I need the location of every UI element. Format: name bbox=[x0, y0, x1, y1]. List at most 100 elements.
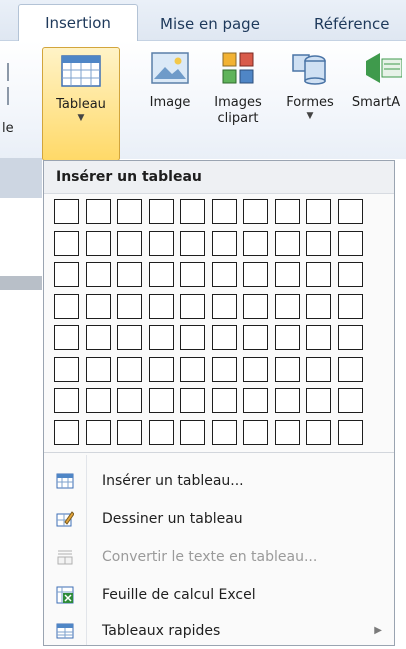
grid-cell[interactable] bbox=[148, 293, 174, 319]
grid-cell[interactable] bbox=[54, 419, 79, 445]
grid-cell[interactable] bbox=[243, 230, 268, 256]
grid-cell[interactable] bbox=[85, 419, 111, 445]
grid-cell[interactable] bbox=[85, 230, 111, 256]
grid-cell[interactable] bbox=[243, 419, 268, 445]
grid-cell[interactable] bbox=[243, 199, 268, 224]
insert-table-icon bbox=[56, 473, 74, 489]
grid-cell[interactable] bbox=[211, 325, 237, 350]
grid-cell[interactable] bbox=[337, 262, 363, 287]
grid-cell[interactable] bbox=[117, 262, 142, 287]
grid-cell[interactable] bbox=[180, 199, 205, 224]
shapes-icon bbox=[292, 54, 326, 85]
grid-cell[interactable] bbox=[211, 419, 237, 445]
grid-cell[interactable] bbox=[274, 388, 300, 413]
grid-cell[interactable] bbox=[117, 230, 142, 256]
grid-cell[interactable] bbox=[54, 262, 79, 287]
grid-cell[interactable] bbox=[243, 262, 268, 287]
grid-cell[interactable] bbox=[243, 356, 268, 382]
grid-cell[interactable] bbox=[85, 293, 111, 319]
grid-cell[interactable] bbox=[274, 199, 300, 224]
grid-cell[interactable] bbox=[274, 419, 300, 445]
grid-cell[interactable] bbox=[274, 262, 300, 287]
grid-cell[interactable] bbox=[337, 199, 363, 224]
tableau-button[interactable]: Tableau ▼ bbox=[42, 47, 120, 161]
grid-cell[interactable] bbox=[117, 293, 142, 319]
grid-cell[interactable] bbox=[306, 388, 331, 413]
grid-cell[interactable] bbox=[85, 325, 111, 350]
divider bbox=[7, 87, 9, 105]
grid-cell[interactable] bbox=[117, 325, 142, 350]
grid-cell[interactable] bbox=[243, 388, 268, 413]
grid-cell[interactable] bbox=[117, 388, 142, 413]
grid-cell[interactable] bbox=[117, 419, 142, 445]
grid-cell[interactable] bbox=[243, 325, 268, 350]
grid-cell[interactable] bbox=[211, 262, 237, 287]
grid-cell[interactable] bbox=[337, 419, 363, 445]
grid-cell[interactable] bbox=[337, 230, 363, 256]
formes-button[interactable]: Formes ▼ bbox=[280, 51, 340, 121]
grid-cell[interactable] bbox=[306, 199, 331, 224]
grid-cell[interactable] bbox=[85, 262, 111, 287]
images-clipart-button[interactable]: Images clipart bbox=[206, 51, 270, 127]
grid-cell[interactable] bbox=[54, 230, 79, 256]
grid-cell[interactable] bbox=[306, 356, 331, 382]
grid-cell[interactable] bbox=[274, 230, 300, 256]
grid-cell[interactable] bbox=[306, 230, 331, 256]
grid-cell[interactable] bbox=[306, 419, 331, 445]
grid-cell[interactable] bbox=[148, 325, 174, 350]
grid-cell[interactable] bbox=[274, 293, 300, 319]
image-button[interactable]: Image bbox=[140, 51, 200, 111]
grid-cell[interactable] bbox=[337, 325, 363, 350]
grid-cell[interactable] bbox=[306, 262, 331, 287]
tab-references[interactable]: Référence bbox=[314, 8, 406, 40]
menu-separator bbox=[44, 452, 394, 453]
grid-cell[interactable] bbox=[274, 356, 300, 382]
grid-cell[interactable] bbox=[117, 356, 142, 382]
grid-cell[interactable] bbox=[211, 356, 237, 382]
grid-cell[interactable] bbox=[148, 388, 174, 413]
grid-cell[interactable] bbox=[306, 293, 331, 319]
grid-cell[interactable] bbox=[54, 199, 79, 224]
grid-cell[interactable] bbox=[54, 325, 79, 350]
grid-cell[interactable] bbox=[85, 388, 111, 413]
grid-cell[interactable] bbox=[148, 230, 174, 256]
grid-cell[interactable] bbox=[85, 356, 111, 382]
ribbon-tab-bar: Insertion Mise en page Référence bbox=[0, 0, 406, 42]
grid-cell[interactable] bbox=[274, 325, 300, 350]
grid-cell[interactable] bbox=[148, 419, 174, 445]
grid-cell[interactable] bbox=[54, 293, 79, 319]
grid-cell[interactable] bbox=[85, 199, 111, 224]
grid-cell[interactable] bbox=[117, 199, 142, 224]
grid-cell[interactable] bbox=[211, 293, 237, 319]
tab-mise-en-page[interactable]: Mise en page bbox=[150, 8, 270, 40]
grid-cell[interactable] bbox=[243, 293, 268, 319]
grid-cell[interactable] bbox=[54, 388, 79, 413]
grid-cell[interactable] bbox=[337, 293, 363, 319]
grid-cell[interactable] bbox=[337, 388, 363, 413]
grid-cell[interactable] bbox=[337, 356, 363, 382]
grid-cell[interactable] bbox=[180, 356, 205, 382]
grid-cell[interactable] bbox=[180, 388, 205, 413]
grid-cell[interactable] bbox=[211, 199, 237, 224]
menu-item-dessiner-tableau[interactable]: Dessiner un tableau bbox=[44, 501, 394, 537]
grid-cell[interactable] bbox=[180, 262, 205, 287]
menu-item-label: Feuille de calcul Excel bbox=[102, 587, 256, 603]
grid-cell[interactable] bbox=[180, 293, 205, 319]
tab-insertion[interactable]: Insertion bbox=[18, 4, 138, 42]
grid-cell[interactable] bbox=[148, 356, 174, 382]
menu-item-tableaux-rapides[interactable]: Tableaux rapides ▶ bbox=[44, 613, 394, 649]
grid-cell[interactable] bbox=[211, 230, 237, 256]
grid-cell[interactable] bbox=[211, 388, 237, 413]
menu-item-feuille-excel[interactable]: Feuille de calcul Excel bbox=[44, 577, 394, 613]
grid-cell[interactable] bbox=[180, 230, 205, 256]
grid-cell[interactable] bbox=[148, 199, 174, 224]
smartart-button[interactable]: SmartA bbox=[346, 51, 406, 111]
grid-cell[interactable] bbox=[180, 325, 205, 350]
grid-cell[interactable] bbox=[306, 325, 331, 350]
menu-item-inserer-tableau[interactable]: Insérer un tableau... bbox=[44, 463, 394, 499]
grid-cell[interactable] bbox=[180, 419, 205, 445]
tableau-label: Tableau bbox=[56, 97, 106, 112]
grid-cell[interactable] bbox=[54, 356, 79, 382]
grid-cell[interactable] bbox=[148, 262, 174, 287]
picture-icon bbox=[151, 52, 189, 84]
